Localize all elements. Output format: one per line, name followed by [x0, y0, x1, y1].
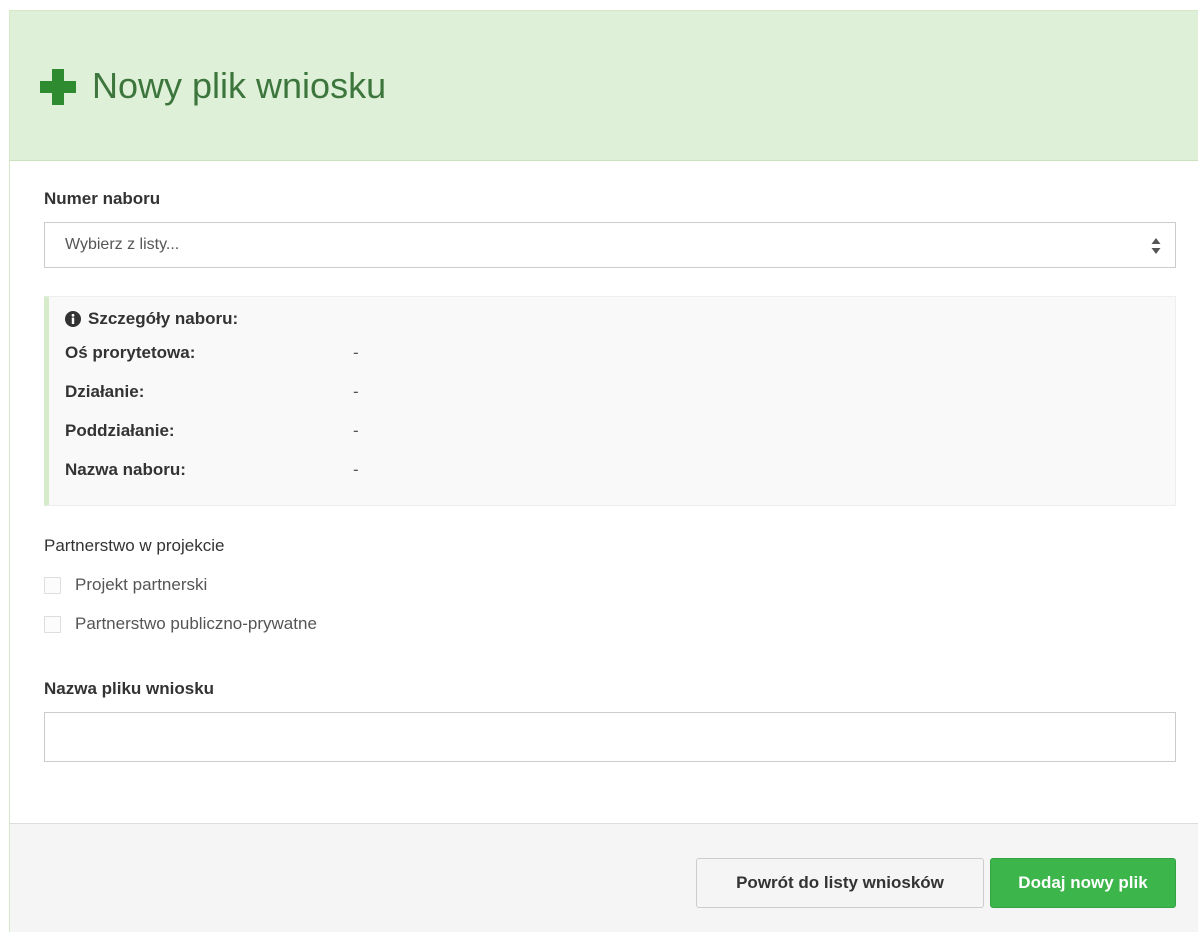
details-row-value: - — [353, 460, 359, 479]
page-title: Nowy plik wniosku — [92, 64, 387, 106]
details-row-value: - — [353, 421, 359, 440]
add-new-file-button[interactable]: Dodaj nowy plik — [990, 858, 1176, 908]
sort-arrows-icon — [1151, 238, 1161, 254]
details-row-value: - — [353, 382, 359, 401]
details-row-dzialanie: Działanie: - — [65, 382, 1159, 402]
details-heading: Szczegóły naboru: — [65, 309, 1159, 329]
file-name-input[interactable] — [44, 712, 1176, 762]
nabor-number-select[interactable]: Wybierz z listy... — [44, 222, 1176, 268]
checkbox-label[interactable]: Partnerstwo publiczno-prywatne — [75, 614, 317, 634]
details-row-label: Nazwa naboru: — [65, 460, 186, 479]
checkbox-box[interactable] — [44, 576, 61, 594]
nabor-select-value: Wybierz z listy... — [65, 236, 180, 253]
checkbox-public-private[interactable]: Partnerstwo publiczno-prywatne — [44, 614, 1174, 634]
panel-footer: Powrót do listy wniosków Dodaj nowy plik — [10, 823, 1198, 932]
new-file-panel: Nowy plik wniosku Numer naboru Wybierz z… — [9, 10, 1198, 932]
nabor-details-box: Szczegóły naboru: Oś prorytetowa: - Dzia… — [44, 296, 1176, 506]
details-row-label: Poddziałanie: — [65, 421, 175, 440]
details-row-value: - — [353, 343, 359, 362]
checkbox-box[interactable] — [44, 615, 61, 633]
checkbox-label[interactable]: Projekt partnerski — [75, 575, 207, 595]
details-row-label: Oś prorytetowa: — [65, 343, 196, 362]
details-title: Szczegóły naboru: — [88, 309, 239, 328]
back-to-list-button[interactable]: Powrót do listy wniosków — [696, 858, 984, 908]
checkbox-partner-project[interactable]: Projekt partnerski — [44, 575, 1174, 595]
nabor-number-label: Numer naboru — [44, 189, 161, 208]
details-row-os: Oś prorytetowa: - — [65, 343, 1159, 363]
plus-icon — [40, 68, 76, 105]
details-row-nazwa: Nazwa naboru: - — [65, 460, 1159, 480]
panel-header: Nowy plik wniosku — [10, 11, 1198, 161]
panel-body: Numer naboru Wybierz z listy... Szczegół… — [10, 161, 1198, 762]
partnership-label: Partnerstwo w projekcie — [44, 536, 225, 555]
details-row-label: Działanie: — [65, 382, 145, 401]
file-name-label: Nazwa pliku wniosku — [44, 679, 215, 698]
details-row-poddzialanie: Poddziałanie: - — [65, 421, 1159, 441]
info-circle-icon — [65, 311, 81, 327]
